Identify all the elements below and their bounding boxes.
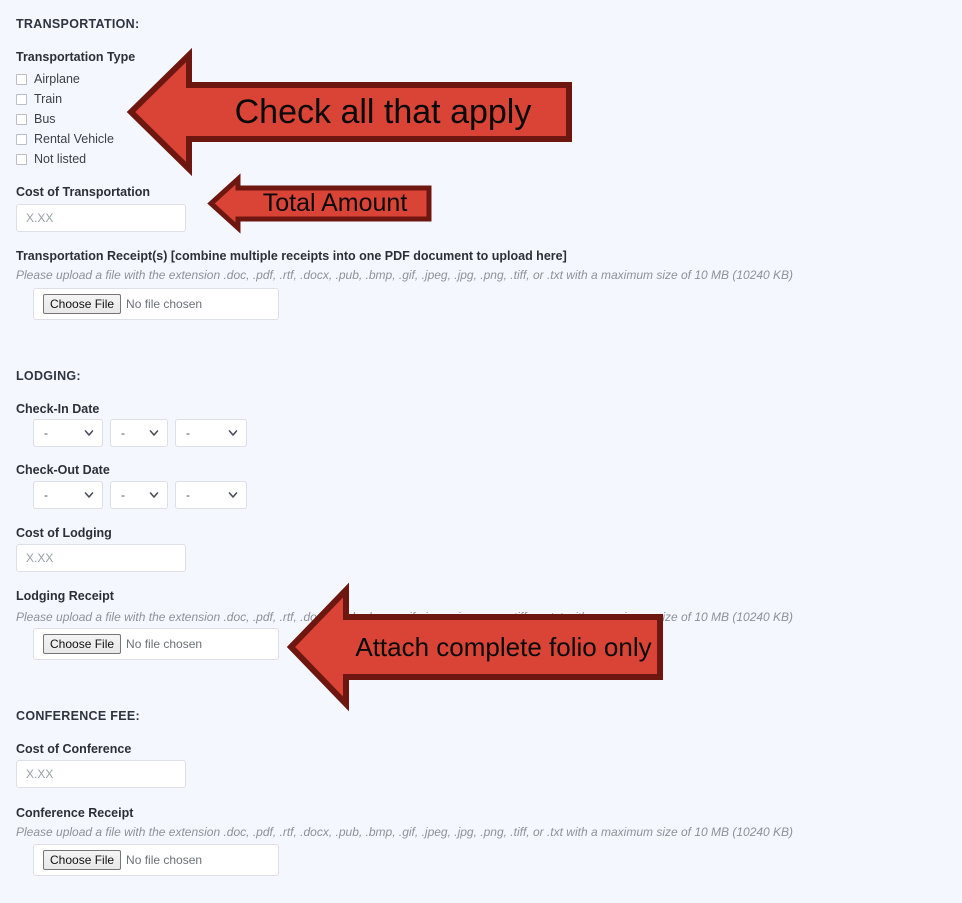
chevron-down-icon [149, 430, 159, 436]
select-value: - [186, 488, 190, 502]
check-out-date-selects: - - - [33, 481, 247, 509]
select-value: - [121, 426, 125, 440]
checkbox-label: Not listed [34, 152, 87, 166]
annotation-arrow-total-amount: Total Amount [207, 173, 432, 234]
checkbox-rental-vehicle[interactable]: Rental Vehicle [16, 129, 114, 149]
no-file-chosen-text: No file chosen [126, 637, 203, 651]
chevron-down-icon [228, 430, 238, 436]
check-in-day-select[interactable]: - [110, 419, 168, 447]
choose-file-button[interactable]: Choose File [43, 294, 122, 314]
select-value: - [121, 488, 125, 502]
cost-of-lodging-input[interactable] [16, 544, 186, 572]
annotation-arrow-attach-folio: Attach complete folio only [286, 582, 663, 712]
conference-fee-section-heading: CONFERENCE FEE: [16, 709, 140, 723]
no-file-chosen-text: No file chosen [126, 853, 203, 867]
select-value: - [186, 426, 190, 440]
conference-receipt-file-input[interactable]: Choose File No file chosen [33, 844, 279, 876]
choose-file-button[interactable]: Choose File [43, 634, 122, 654]
checkbox-box-icon[interactable] [16, 153, 27, 165]
checkbox-box-icon[interactable] [16, 113, 27, 125]
transportation-section-heading: TRANSPORTATION: [16, 17, 140, 31]
checkbox-box-icon[interactable] [16, 133, 27, 145]
conference-receipt-help-text: Please upload a file with the extension … [16, 825, 794, 839]
cost-of-lodging-label: Cost of Lodging [16, 526, 112, 540]
transportation-receipt-help-text: Please upload a file with the extension … [16, 268, 794, 282]
check-in-date-selects: - - - [33, 419, 247, 447]
checkbox-label: Airplane [34, 72, 80, 86]
annotation-arrow-total-amount-text: Total Amount [262, 189, 408, 217]
select-value: - [44, 488, 48, 502]
select-value: - [44, 426, 48, 440]
check-out-year-select[interactable]: - [175, 481, 247, 509]
lodging-receipt-file-input[interactable]: Choose File No file chosen [33, 628, 279, 660]
annotation-arrow-check-all: Check all that apply [126, 47, 572, 177]
transportation-type-checkbox-group: Airplane Train Bus Rental Vehicle Not li… [16, 69, 114, 169]
check-out-month-select[interactable]: - [33, 481, 103, 509]
checkbox-box-icon[interactable] [16, 73, 27, 85]
chevron-down-icon [84, 430, 94, 436]
check-out-date-label: Check-Out Date [16, 463, 110, 477]
no-file-chosen-text: No file chosen [126, 297, 203, 311]
checkbox-not-listed[interactable]: Not listed [16, 149, 114, 169]
check-in-year-select[interactable]: - [175, 419, 247, 447]
chevron-down-icon [149, 492, 159, 498]
check-out-day-select[interactable]: - [110, 481, 168, 509]
cost-of-transportation-input[interactable] [16, 204, 186, 232]
transportation-receipt-file-input[interactable]: Choose File No file chosen [33, 288, 279, 320]
expense-form-page: TRANSPORTATION: Transportation Type Airp… [0, 0, 962, 903]
cost-of-transportation-label: Cost of Transportation [16, 185, 151, 199]
chevron-down-icon [84, 492, 94, 498]
conference-receipt-label: Conference Receipt [16, 806, 134, 820]
check-in-date-label: Check-In Date [16, 402, 100, 416]
lodging-receipt-label: Lodging Receipt [16, 589, 114, 603]
lodging-section-heading: LODGING: [16, 369, 81, 383]
checkbox-label: Bus [34, 112, 56, 126]
checkbox-bus[interactable]: Bus [16, 109, 114, 129]
checkbox-box-icon[interactable] [16, 93, 27, 105]
chevron-down-icon [228, 492, 238, 498]
checkbox-label: Rental Vehicle [34, 132, 114, 146]
checkbox-label: Train [34, 92, 63, 106]
cost-of-conference-input[interactable] [16, 760, 186, 788]
cost-of-conference-label: Cost of Conference [16, 742, 132, 756]
choose-file-button[interactable]: Choose File [43, 850, 122, 870]
checkbox-airplane[interactable]: Airplane [16, 69, 114, 89]
checkbox-train[interactable]: Train [16, 89, 114, 109]
annotation-arrow-check-all-text: Check all that apply [234, 92, 532, 131]
check-in-month-select[interactable]: - [33, 419, 103, 447]
transportation-receipt-label: Transportation Receipt(s) [combine multi… [16, 249, 567, 263]
transportation-type-label: Transportation Type [16, 50, 136, 64]
annotation-arrow-attach-folio-text: Attach complete folio only [355, 631, 652, 662]
